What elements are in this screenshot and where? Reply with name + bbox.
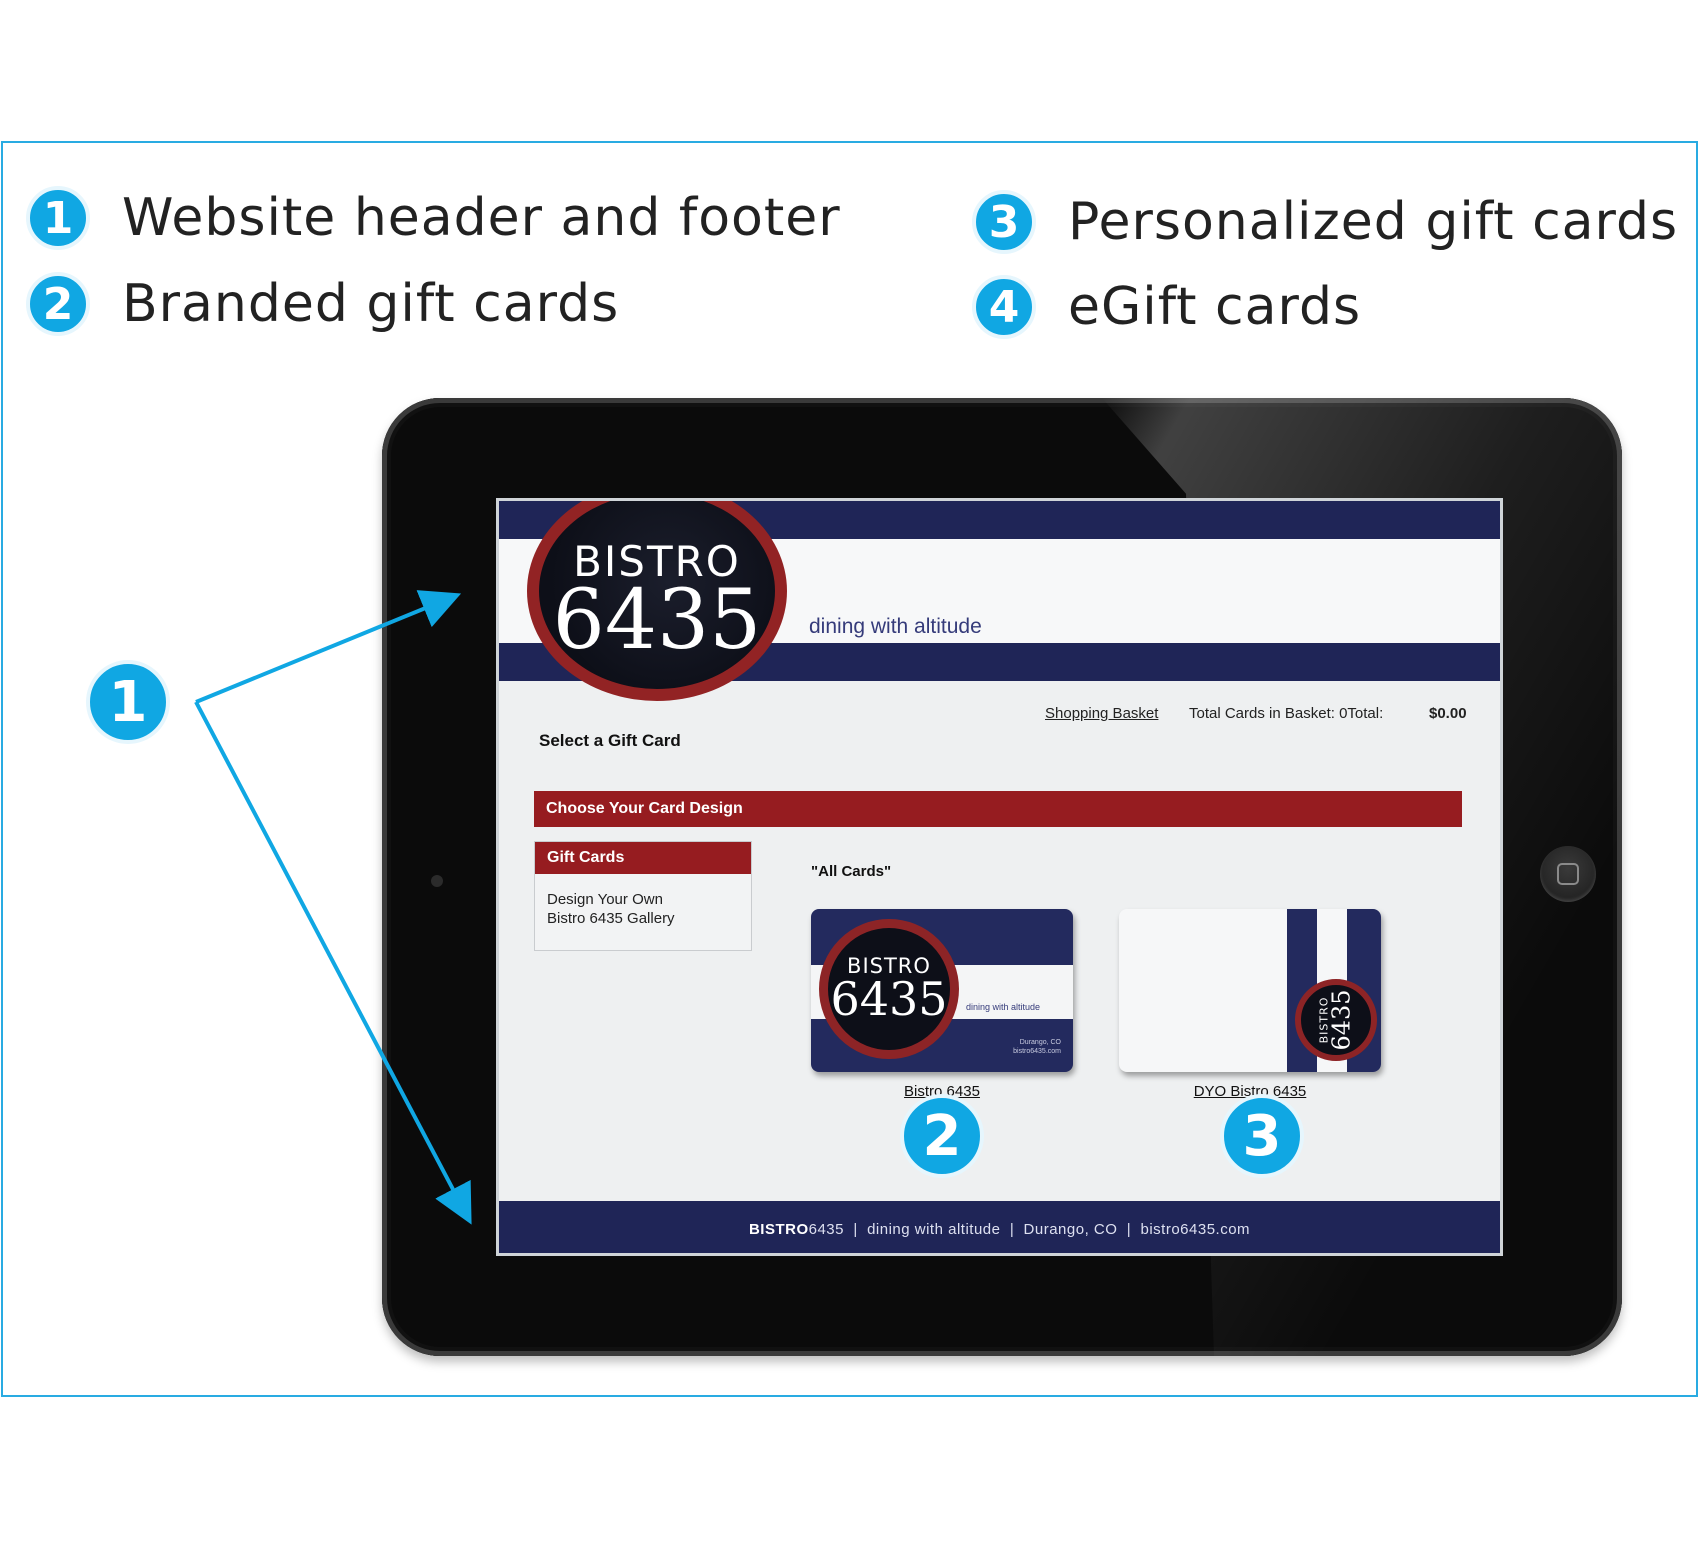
callout-1-badge: 1	[86, 660, 170, 744]
callout-3-badge: 3	[1220, 1094, 1304, 1178]
arrow-to-header	[195, 590, 462, 704]
arrow-to-footer	[194, 701, 472, 1225]
callout-2-badge: 2	[900, 1094, 984, 1178]
callout-arrows	[194, 590, 472, 1225]
